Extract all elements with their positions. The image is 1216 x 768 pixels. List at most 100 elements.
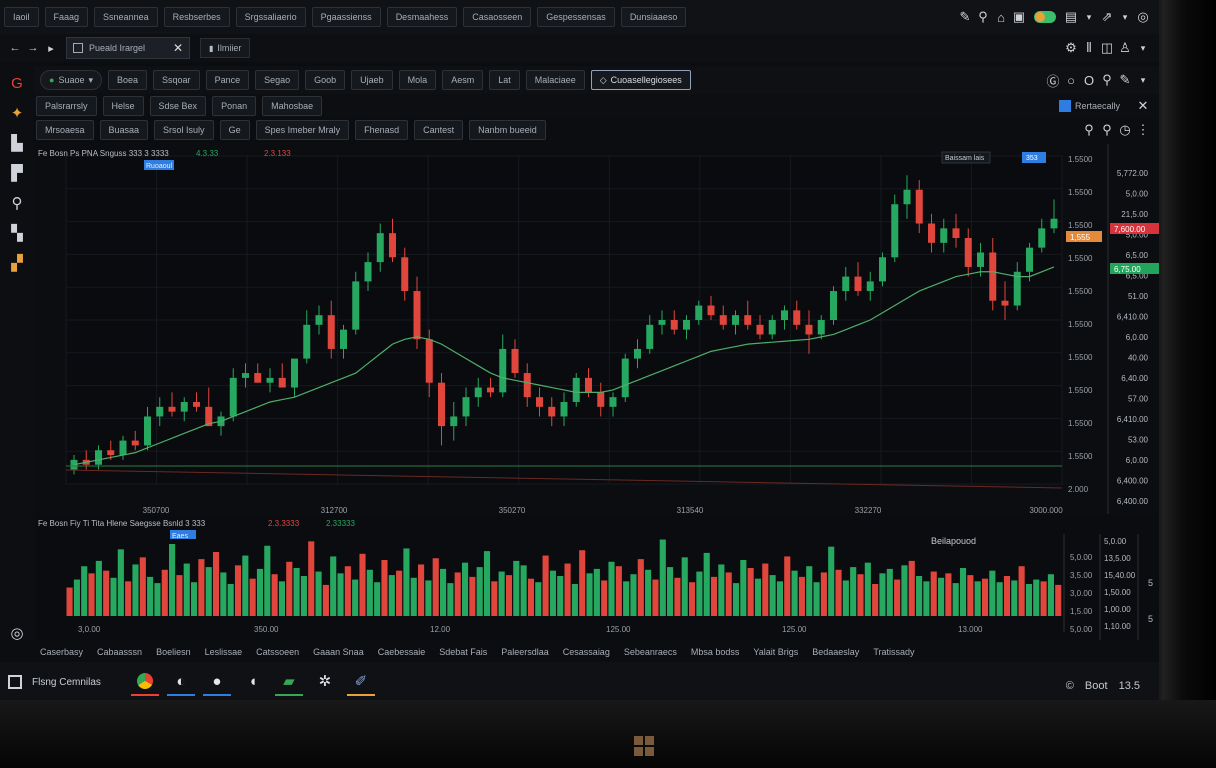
indbar-item[interactable]: Spes Imeber Mraly — [255, 120, 350, 140]
menu-item[interactable]: Dunsiaaeso — [620, 7, 687, 27]
status-item[interactable]: Caserbasy — [40, 647, 83, 657]
system-clock[interactable]: © Boot 13.5 — [1066, 680, 1140, 692]
screen-icon[interactable]: ▚ — [8, 224, 26, 242]
subbar-item[interactable]: Palsrarrsly — [36, 96, 97, 116]
menu-item[interactable]: Faaag — [44, 7, 89, 27]
search-label[interactable]: Rertaecally — [1075, 101, 1120, 111]
symbol-selector[interactable]: ● Suaoe ▾ — [40, 70, 102, 90]
tab-active[interactable]: Pueald Irargel ✕ — [66, 37, 190, 59]
next-icon[interactable]: ▸ — [42, 39, 60, 57]
status-item[interactable]: Leslissae — [205, 647, 243, 657]
menu-item[interactable]: Srgssaliaerio — [235, 7, 306, 27]
status-item[interactable]: Sdebat Fais — [439, 647, 487, 657]
zoom-icon[interactable]: ⚲ — [1098, 121, 1116, 139]
search-icon[interactable]: ⚲ — [1080, 121, 1098, 139]
more-icon[interactable]: ⋮ — [1134, 121, 1152, 139]
profile-icon[interactable]: ◎ — [1134, 8, 1152, 26]
toggle-icon[interactable] — [1034, 11, 1056, 23]
indbar-item[interactable]: Srsol Isuly — [154, 120, 214, 140]
chevron-down-icon[interactable]: ▾ — [1134, 39, 1152, 57]
menu-item[interactable]: Resbserbes — [163, 7, 230, 27]
timer-icon[interactable]: ◷ — [1116, 121, 1134, 139]
bars-icon[interactable]: ⦀ — [1080, 39, 1098, 57]
subbar-item[interactable]: Mahosbae — [262, 96, 323, 116]
status-item[interactable]: Sebeanraecs — [624, 647, 677, 657]
toolbar-item[interactable]: Lat — [489, 70, 520, 90]
globe-icon[interactable]: ● — [202, 668, 231, 696]
home-icon[interactable]: ⌂ — [992, 8, 1010, 26]
user-icon[interactable]: ♙ — [1116, 39, 1134, 57]
indbar-item[interactable]: Fhenasd — [355, 120, 409, 140]
pin-icon[interactable]: ⚲ — [1098, 71, 1116, 89]
share-icon[interactable]: ⇗ — [1098, 8, 1116, 26]
bookmark-icon[interactable]: ▙ — [8, 134, 26, 152]
google-logo-icon[interactable]: G — [8, 74, 26, 92]
search-icon[interactable]: ⚲ — [974, 8, 992, 26]
tab-second[interactable]: ▮ Ilmiier — [200, 38, 251, 58]
start-icon[interactable] — [8, 675, 22, 689]
forward-icon[interactable]: → — [24, 39, 42, 57]
toolbar-item[interactable]: Malaciaee — [525, 70, 585, 90]
status-item[interactable]: Cesassaiag — [563, 647, 610, 657]
toolbar-item[interactable]: Goob — [305, 70, 346, 90]
menu-item[interactable]: Casaosseen — [463, 7, 532, 27]
chevron-down-icon[interactable]: ▾ — [1116, 8, 1134, 26]
pen-icon[interactable]: ✐ — [346, 668, 375, 696]
indbar-item[interactable]: Mrsoaesa — [36, 120, 94, 140]
chat-icon[interactable]: ◫ — [1098, 39, 1116, 57]
toolbar-item[interactable]: Pance — [205, 70, 250, 90]
menu-item[interactable]: Desmaahess — [386, 7, 458, 27]
toolbar-item[interactable]: Ssqoar — [153, 70, 200, 90]
status-item[interactable]: Caebessaie — [378, 647, 426, 657]
toolbar-item[interactable]: Ujaeb — [351, 70, 393, 90]
close-icon[interactable]: ✕ — [1134, 97, 1152, 115]
start-label[interactable]: Flsng Cemnilas — [32, 677, 101, 688]
subbar-item[interactable]: Helse — [102, 96, 144, 116]
search-icon[interactable]: ⚲ — [8, 194, 26, 212]
chevron-down-icon[interactable]: ▾ — [1134, 71, 1152, 89]
compare-button[interactable]: ◇ Cuoasellegiosees — [590, 70, 691, 90]
status-item[interactable]: Bedaaeslay — [812, 647, 859, 657]
indbar-item[interactable]: Nanbm bueeid — [469, 120, 546, 140]
price-chart[interactable]: Fe Bosn Ps PNA Snguss 333 3 3333 4.3.33 2.… — [36, 144, 1162, 530]
status-item[interactable]: Mbsa bodss — [691, 647, 740, 657]
settings-icon[interactable]: ⚙ — [1062, 39, 1080, 57]
volume-chart[interactable]: Fe Bosn Fiy Ti Tita Hlene Saegsse Bsnld … — [36, 514, 1162, 640]
ring-icon[interactable]: O — [1080, 71, 1098, 89]
subbar-item[interactable]: Sdse Bex — [149, 96, 207, 116]
google-icon[interactable]: Ⓖ — [1044, 71, 1062, 89]
indbar-item[interactable]: Cantest — [414, 120, 464, 140]
edge-icon[interactable]: ◐ — [166, 668, 195, 696]
brush-icon[interactable]: ✦ — [8, 104, 26, 122]
subbar-item[interactable]: Ponan — [212, 96, 257, 116]
circle-icon[interactable]: ○ — [1062, 71, 1080, 89]
status-item[interactable]: Gaaan Snaa — [313, 647, 364, 657]
status-item[interactable]: Boeliesn — [156, 647, 191, 657]
chevron-down-icon[interactable]: ▾ — [1080, 8, 1098, 26]
status-item[interactable]: Paleersdlaa — [501, 647, 549, 657]
status-item[interactable]: Tratissady — [873, 647, 914, 657]
layers-icon[interactable]: ▛ — [8, 164, 26, 182]
menu-item[interactable]: Ssneannea — [94, 7, 158, 27]
shield-icon[interactable]: ◖ — [239, 668, 267, 696]
back-icon[interactable]: ← — [6, 39, 24, 57]
indbar-item[interactable]: Buasaa — [99, 120, 149, 140]
menu-item[interactable]: Pgaassienss — [311, 7, 381, 27]
toolbar-item[interactable]: Mola — [398, 70, 437, 90]
menu-item[interactable]: Gespessensas — [537, 7, 615, 27]
close-icon[interactable]: ✕ — [173, 41, 183, 55]
indbar-item[interactable]: Ge — [219, 120, 250, 140]
status-item[interactable]: Yalait Brigs — [753, 647, 798, 657]
pencil-icon[interactable]: ✎ — [956, 8, 974, 26]
settings-icon[interactable]: ✲ — [311, 668, 339, 696]
status-item[interactable]: Cabaasssn — [97, 647, 142, 657]
calendar-icon[interactable]: ▣ — [1010, 8, 1028, 26]
chrome-icon[interactable] — [130, 668, 159, 696]
chart-icon[interactable]: ▞ — [8, 254, 26, 272]
pen-icon[interactable]: ✎ — [1116, 71, 1134, 89]
toolbar-item[interactable]: Boea — [108, 70, 148, 90]
toolbar-item[interactable]: Segao — [255, 70, 300, 90]
terminal-icon[interactable]: ▰ — [274, 668, 303, 696]
menu-item[interactable]: Iaoil — [4, 7, 39, 27]
status-item[interactable]: Catssoeen — [256, 647, 299, 657]
